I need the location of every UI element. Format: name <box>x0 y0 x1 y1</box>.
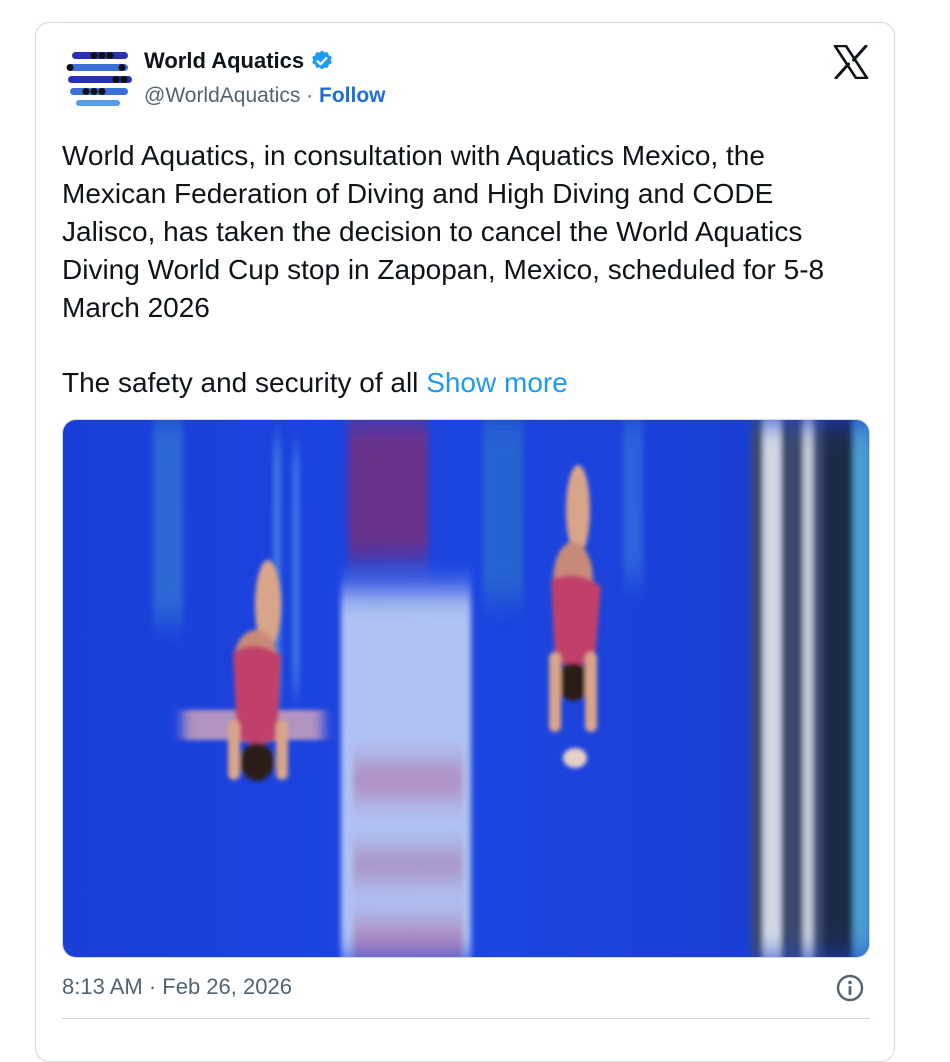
info-icon[interactable] <box>834 972 866 1004</box>
tweet-paragraph-2: The safety and security of all Show more <box>62 364 862 402</box>
tweet-timestamp[interactable]: 8:13 AM · Feb 26, 2026 <box>62 974 292 1000</box>
world-aquatics-logo[interactable] <box>64 44 136 108</box>
author-name[interactable]: World Aquatics <box>144 48 304 74</box>
show-more-link[interactable]: Show more <box>426 367 568 398</box>
tweet-paragraph-2-text: The safety and security of all <box>62 367 419 398</box>
x-logo-icon[interactable] <box>833 45 869 79</box>
divider <box>62 1018 870 1019</box>
author-handle[interactable]: @WorldAquatics <box>144 84 300 107</box>
tweet-paragraph-1: World Aquatics, in consultation with Aqu… <box>62 140 825 323</box>
tweet-body: World Aquatics, in consultation with Aqu… <box>62 137 862 402</box>
verified-badge-icon <box>312 50 332 70</box>
separator-dot: · <box>306 84 314 107</box>
follow-button[interactable]: Follow <box>319 84 386 107</box>
diving-photo <box>63 420 869 957</box>
handle-row: @WorldAquatics · Follow <box>144 84 386 108</box>
author-name-row[interactable]: World Aquatics <box>144 48 334 74</box>
tweet-photo[interactable] <box>62 419 870 958</box>
